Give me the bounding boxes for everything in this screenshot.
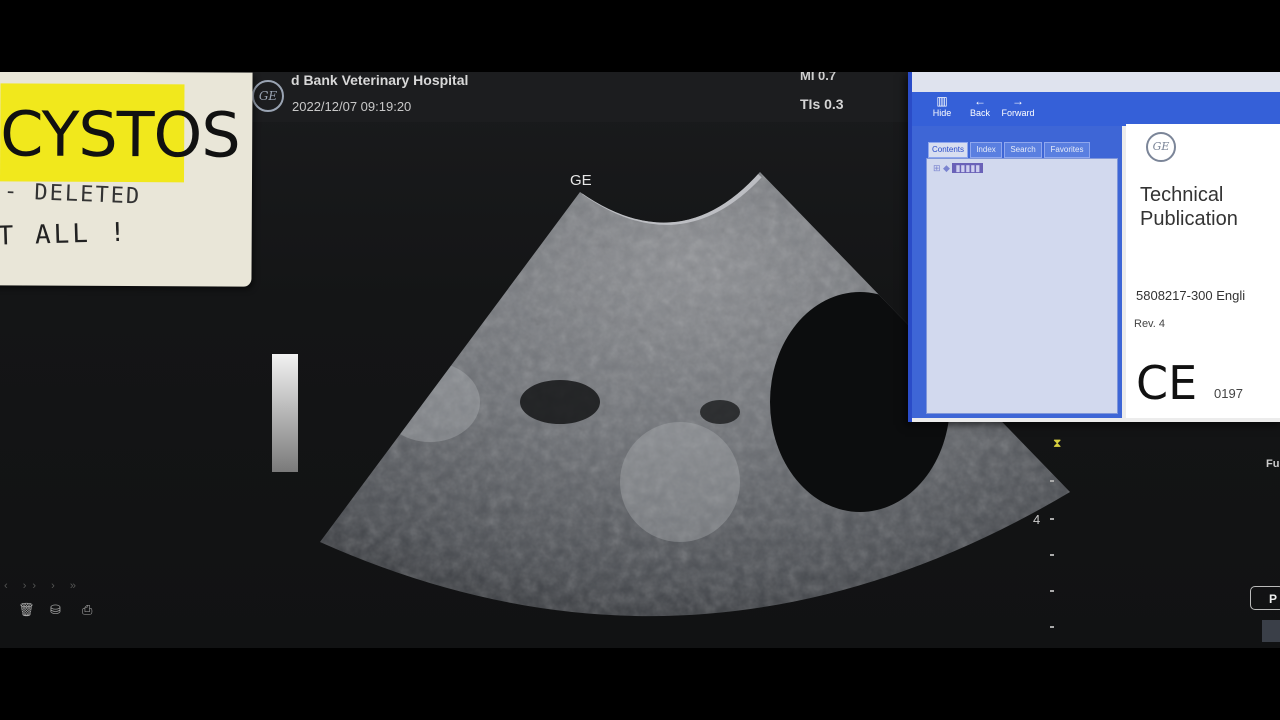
depth-tick — [1050, 518, 1054, 520]
save-icon[interactable]: ⛁ — [50, 602, 64, 617]
hide-button[interactable]: ▥ Hide — [922, 94, 962, 118]
forward-button[interactable]: → Forward — [998, 94, 1038, 118]
tab-contents[interactable]: Contents — [928, 142, 968, 158]
clip-pager-icon[interactable]: ‹ ›› › » — [4, 580, 82, 592]
delete-icon[interactable]: 🗑 — [18, 602, 35, 617]
forward-arrow-icon: → — [1012, 94, 1024, 108]
doc-number: 5808217-300 Engli — [1136, 288, 1246, 303]
help-window: ▥ Hide ← Back → Forward Contents Index S… — [908, 72, 1280, 422]
depth-tick — [1050, 590, 1054, 592]
ce-mark: CE — [1136, 356, 1198, 410]
hide-label: Hide — [932, 108, 952, 118]
note-line-2: - DELETED — [3, 179, 142, 210]
depth-label: 4 — [1033, 512, 1041, 527]
contents-tree: ⊞ ◆ ▮▮▮▮▮ — [926, 158, 1118, 414]
tab-search[interactable]: Search — [1004, 142, 1042, 158]
p-button[interactable]: P — [1250, 586, 1280, 610]
probe-orientation-mark: GE — [570, 172, 592, 189]
depth-tick — [1050, 626, 1054, 628]
camera-icon[interactable]: ⎙ — [82, 602, 96, 617]
back-arrow-icon: ← — [974, 94, 986, 108]
depth-tick — [1050, 554, 1054, 556]
help-window-titlebar[interactable] — [912, 72, 1280, 92]
note-line-3: T ALL ! — [0, 217, 129, 252]
ce-number: 0197 — [1214, 386, 1243, 401]
ge-logo-icon: GE — [1146, 132, 1176, 162]
tree-item-selected: ▮▮▮▮▮ — [952, 163, 984, 173]
tree-item[interactable]: ⊞ ◆ ▮▮▮▮▮ — [933, 163, 984, 174]
help-toolbar: ▥ Hide ← Back → Forward — [912, 92, 1280, 126]
depth-tick — [1050, 480, 1054, 482]
help-icon[interactable] — [1262, 620, 1280, 642]
doc-title-line-2: Publication — [1140, 208, 1238, 230]
sticky-note: CYSTOS - DELETED T ALL ! — [0, 72, 253, 287]
book-icon: ◆ — [943, 163, 950, 173]
grayscale-bar — [272, 354, 298, 472]
focus-marker-icon: ⧗ — [1053, 436, 1062, 450]
hide-icon: ▥ — [936, 94, 948, 108]
doc-title-line-1: Technical — [1140, 184, 1224, 206]
note-title: CYSTOS — [0, 97, 240, 172]
back-button[interactable]: ← Back — [960, 94, 1000, 118]
help-document-pane: GE Technical Publication 5808217-300 Eng… — [1126, 124, 1280, 418]
ultrasound-screen: GE d Bank Veterinary Hospital 2022/12/07… — [0, 72, 1280, 648]
forward-label: Forward — [1001, 108, 1035, 118]
doc-revision: Rev. 4 — [1134, 318, 1165, 330]
tab-index[interactable]: Index — [970, 142, 1002, 158]
tab-favorites[interactable]: Favorites — [1044, 142, 1090, 158]
back-label: Back — [969, 108, 990, 118]
right-panel-label: Fu — [1266, 458, 1280, 470]
